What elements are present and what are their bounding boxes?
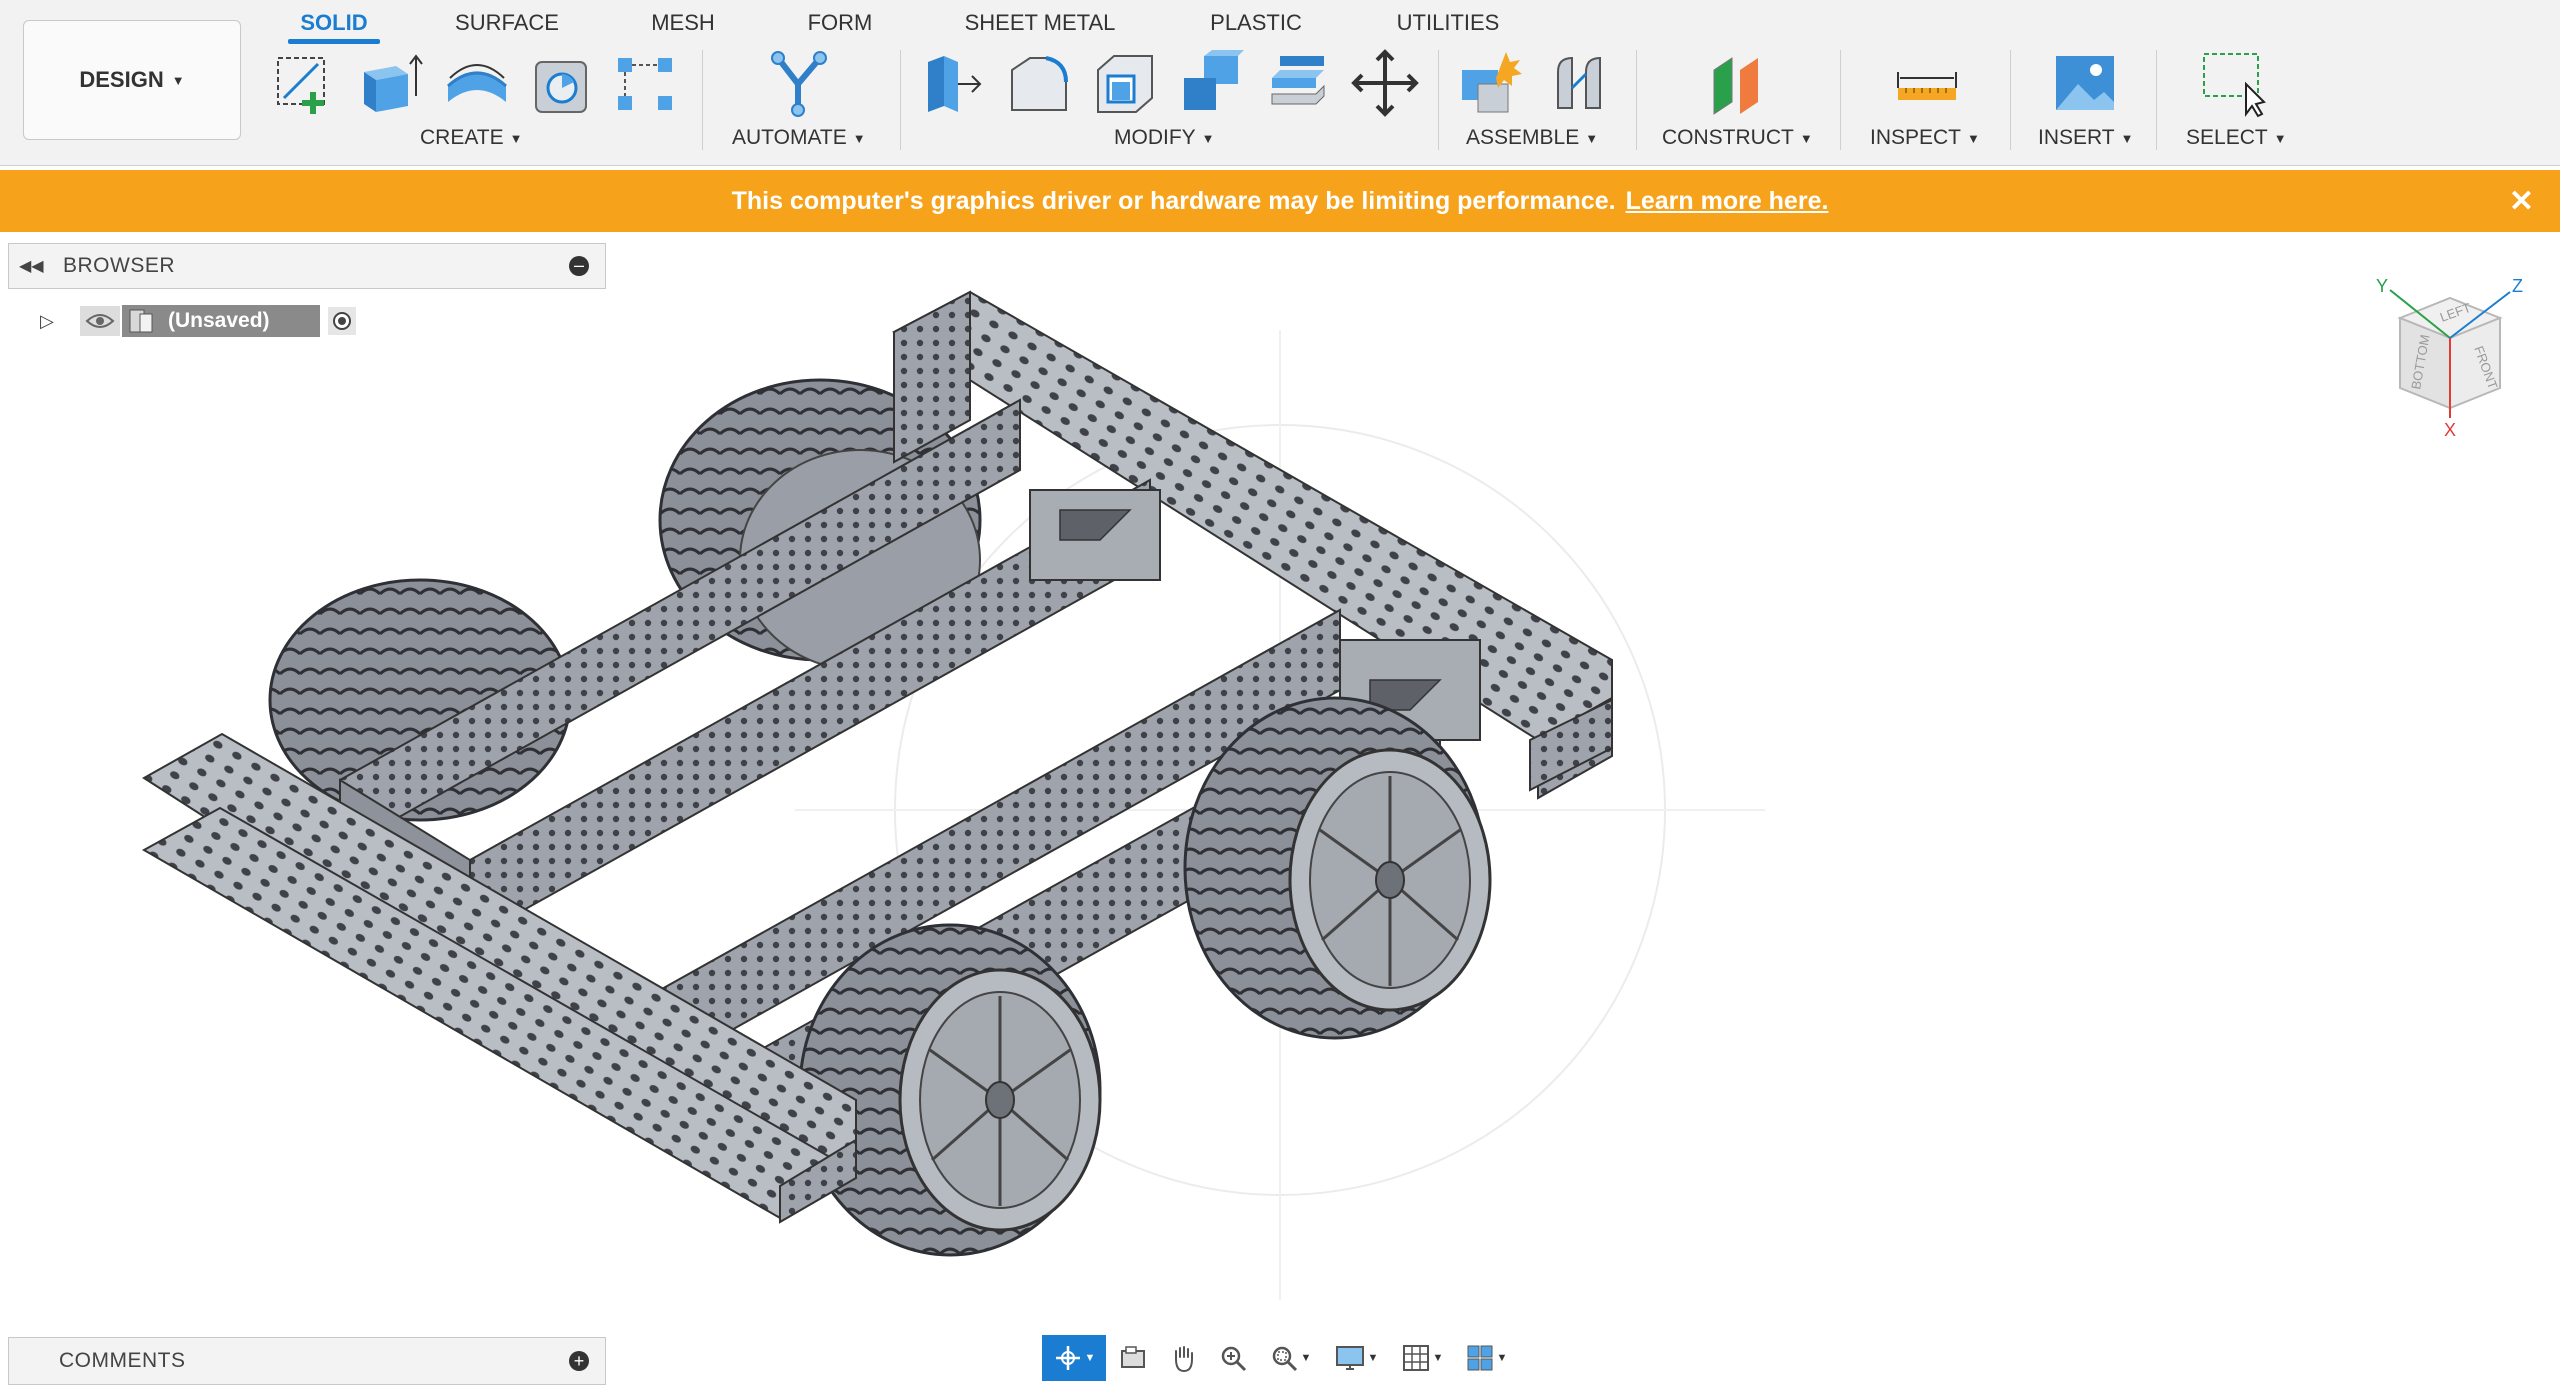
automate-icon[interactable]: [764, 48, 834, 118]
browser-title: BROWSER: [63, 254, 176, 277]
shell-icon[interactable]: [528, 48, 598, 118]
comments-panel: COMMENTS +: [8, 1337, 606, 1385]
fit-icon[interactable]: ▼: [1260, 1335, 1320, 1381]
visibility-eye-icon[interactable]: [80, 306, 120, 336]
separator: [1438, 50, 1439, 150]
tab-solid[interactable]: SOLID: [288, 6, 380, 44]
workspace-label: DESIGN: [79, 67, 164, 92]
tree-node-unsaved[interactable]: (Unsaved): [122, 305, 320, 337]
move-icon[interactable]: [1350, 48, 1420, 118]
modify-menu[interactable]: MODIFY ▼: [1114, 126, 1215, 150]
minimize-icon[interactable]: –: [569, 256, 589, 276]
tab-utilities[interactable]: UTILITIES: [1392, 6, 1504, 40]
pattern-icon[interactable]: [612, 48, 682, 118]
measure-icon[interactable]: [1892, 48, 1962, 118]
tree-node-label: (Unsaved): [168, 309, 270, 332]
construct-menu[interactable]: CONSTRUCT ▼: [1662, 126, 1813, 150]
separator: [900, 50, 901, 150]
front-left-wheel[interactable]: [798, 923, 1102, 1257]
tab-plastic[interactable]: PLASTIC: [1206, 6, 1306, 40]
chevron-down-icon: ▼: [171, 72, 185, 88]
axis-label-y: Y: [2376, 278, 2388, 296]
automate-menu[interactable]: AUTOMATE ▼: [732, 126, 866, 150]
look-at-icon[interactable]: [1110, 1335, 1156, 1381]
separator: [2010, 50, 2011, 150]
collapse-panel-icon[interactable]: ◀◀: [19, 256, 49, 276]
activate-radio-icon[interactable]: [328, 307, 356, 335]
separator: [1636, 50, 1637, 150]
separator: [1840, 50, 1841, 150]
new-component-icon[interactable]: [1456, 48, 1526, 118]
revolve-icon[interactable]: [442, 48, 512, 118]
shell-modify-icon[interactable]: [1090, 48, 1160, 118]
offset-face-icon[interactable]: [1262, 48, 1332, 118]
fillet-icon[interactable]: [1004, 48, 1074, 118]
axis-label-x: X: [2444, 420, 2456, 438]
viewport-canvas[interactable]: [0, 232, 2560, 1328]
create-menu[interactable]: CREATE ▼: [420, 126, 523, 150]
document-icon: [129, 309, 153, 333]
insert-menu[interactable]: INSERT ▼: [2038, 126, 2134, 150]
grid-settings-icon[interactable]: ▼: [1392, 1335, 1452, 1381]
comments-title: COMMENTS: [59, 1349, 186, 1372]
orbit-icon[interactable]: ▼: [1042, 1335, 1106, 1381]
viewports-icon[interactable]: ▼: [1456, 1335, 1516, 1381]
tab-mesh[interactable]: MESH: [648, 6, 718, 40]
tab-form[interactable]: FORM: [800, 6, 880, 40]
joint-icon[interactable]: [1544, 48, 1614, 118]
close-icon[interactable]: ✕: [2509, 184, 2534, 219]
front-right-wheel[interactable]: [1183, 696, 1492, 1040]
select-menu[interactable]: SELECT ▼: [2186, 126, 2287, 150]
create-sketch-icon[interactable]: [270, 48, 340, 118]
navigation-bar: ▼ ▼ ▼ ▼ ▼: [1042, 1333, 1516, 1383]
banner-message: This computer's graphics driver or hardw…: [731, 186, 1616, 215]
banner-learn-more-link[interactable]: Learn more here.: [1626, 187, 1829, 216]
zoom-icon[interactable]: [1210, 1335, 1256, 1381]
browser-panel: ◀◀ BROWSER –: [8, 243, 606, 289]
axis-label-z: Z: [2512, 278, 2523, 296]
tab-surface[interactable]: SURFACE: [452, 6, 562, 40]
press-pull-icon[interactable]: [918, 48, 988, 118]
performance-warning-banner: This computer's graphics driver or hardw…: [0, 170, 2560, 232]
assemble-menu[interactable]: ASSEMBLE ▼: [1466, 126, 1598, 150]
expand-triangle-icon[interactable]: ▷: [40, 311, 62, 332]
add-comment-icon[interactable]: +: [569, 1351, 589, 1371]
insert-image-icon[interactable]: [2050, 48, 2120, 118]
ribbon-toolbar: DESIGN ▼ SOLID SURFACE MESH FORM SHEET M…: [0, 0, 2560, 166]
display-settings-icon[interactable]: ▼: [1324, 1335, 1388, 1381]
tab-sheet-metal[interactable]: SHEET METAL: [960, 6, 1120, 40]
browser-tree-root[interactable]: ▷ (Unsaved): [40, 300, 356, 342]
extrude-icon[interactable]: [356, 48, 426, 118]
separator: [2156, 50, 2157, 150]
viewcube[interactable]: LEFT FRONT BOTTOM Y Z X: [2360, 278, 2540, 438]
combine-icon[interactable]: [1176, 48, 1246, 118]
inspect-menu[interactable]: INSPECT ▼: [1870, 126, 1980, 150]
workspace-switcher[interactable]: DESIGN ▼: [23, 20, 241, 140]
pan-icon[interactable]: [1160, 1335, 1206, 1381]
separator: [702, 50, 703, 150]
select-window-icon[interactable]: [2198, 48, 2268, 118]
offset-plane-icon[interactable]: [1702, 48, 1772, 118]
